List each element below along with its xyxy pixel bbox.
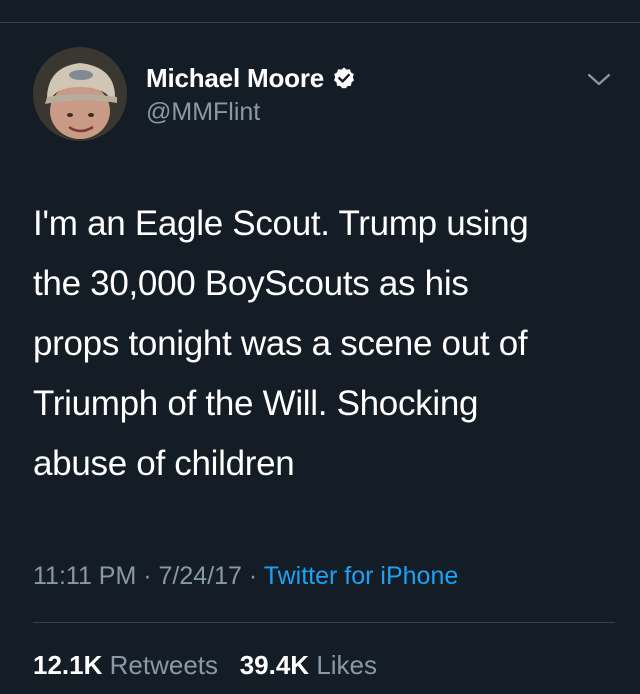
author-display-name[interactable]: Michael Moore — [146, 63, 324, 94]
tweet-text: I'm an Eagle Scout. Trump using the 30,0… — [33, 204, 529, 483]
retweets-count: 12.1K — [33, 650, 103, 680]
top-divider — [0, 22, 640, 23]
tweet-source-link[interactable]: Twitter for iPhone — [264, 562, 459, 590]
retweets-label: Retweets — [109, 650, 219, 680]
tweet-meta: 11:11 PM · 7/24/17 · Twitter for iPhone — [33, 562, 458, 591]
meta-separator: · — [248, 562, 258, 590]
avatar[interactable] — [33, 47, 127, 141]
likes-count: 39.4K — [239, 650, 310, 680]
meta-separator: · — [143, 562, 152, 590]
likes-label: Likes — [316, 650, 378, 680]
avatar-image — [33, 47, 127, 141]
chevron-down-icon[interactable] — [585, 70, 613, 90]
tweet-stats: 12.1K Retweets 39.4K Likes — [33, 650, 377, 681]
retweets-stat[interactable]: 12.1K Retweets — [33, 650, 218, 680]
likes-stat[interactable]: 39.4K Likes — [240, 650, 377, 680]
stats-divider — [33, 622, 615, 623]
author-name-row[interactable]: Michael Moore — [146, 62, 356, 94]
tweet-time: 11:11 PM — [33, 562, 137, 590]
tweet-card: Michael Moore @MMFlint I'm an Eagle Scou… — [0, 0, 640, 694]
verified-badge-icon — [334, 67, 354, 89]
author-handle[interactable]: @MMFlint — [146, 98, 260, 127]
tweet-date: 7/24/17 — [158, 562, 242, 590]
